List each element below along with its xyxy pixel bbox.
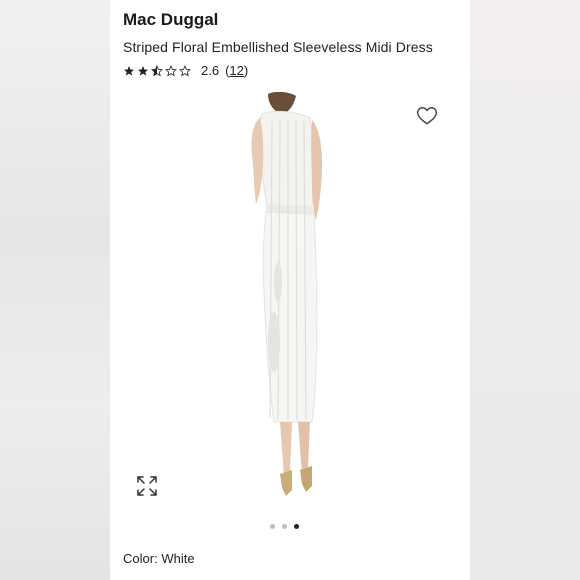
color-selection: Color: White xyxy=(123,551,195,566)
gallery-pagination xyxy=(270,524,299,529)
product-title: Striped Floral Embellished Sleeveless Mi… xyxy=(123,39,433,55)
star-half-icon xyxy=(151,64,163,76)
color-label: Color: xyxy=(123,551,158,566)
product-image[interactable] xyxy=(220,92,360,502)
product-card: Mac Duggal Striped Floral Embellished Sl… xyxy=(110,0,470,580)
star-empty-icon xyxy=(165,64,177,76)
blurred-background-right xyxy=(470,0,580,580)
review-count[interactable]: (12) xyxy=(225,63,248,78)
gallery-dot[interactable] xyxy=(270,524,275,529)
blurred-background-left xyxy=(0,0,110,580)
star-empty-icon xyxy=(179,64,191,76)
review-count-link[interactable]: 12 xyxy=(229,63,243,78)
star-full-icon xyxy=(138,65,148,76)
rating-value: 2.6 xyxy=(201,63,220,78)
star-full-icon xyxy=(124,65,134,76)
expand-arrows-icon[interactable] xyxy=(136,475,158,497)
gallery-dot-active[interactable] xyxy=(294,524,299,529)
star-rating xyxy=(123,64,191,77)
color-value: White xyxy=(161,551,195,566)
heart-outline-icon[interactable] xyxy=(416,105,438,125)
rating-row: 2.6 (12) xyxy=(123,63,248,78)
gallery-dot[interactable] xyxy=(282,524,287,529)
brand-name[interactable]: Mac Duggal xyxy=(123,10,218,30)
